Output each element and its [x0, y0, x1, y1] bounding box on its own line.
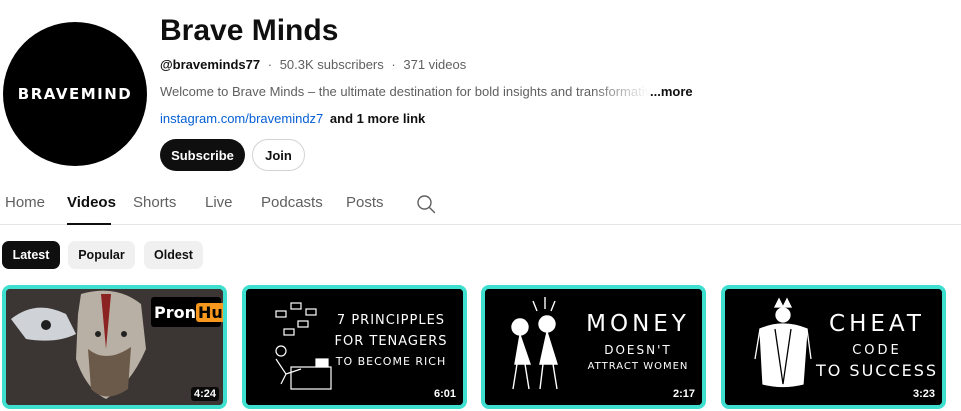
video-count: 371 videos	[403, 57, 467, 72]
thumbnail-line-1: CHEAT	[829, 311, 925, 337]
filter-oldest-chip[interactable]: Oldest	[144, 241, 203, 269]
subscribe-button[interactable]: Subscribe	[160, 139, 245, 171]
channel-description[interactable]: Welcome to Brave Minds – the ultimate de…	[160, 84, 700, 99]
tab-podcasts[interactable]: Podcasts	[261, 194, 323, 211]
channel-handle: @braveminds77	[160, 57, 261, 72]
tab-shorts[interactable]: Shorts	[133, 194, 176, 211]
thumbnail-line-2: CODE	[852, 343, 902, 358]
tab-posts[interactable]: Posts	[346, 194, 384, 211]
channel-meta: @braveminds77 · 50.3K subscribers · 371 …	[160, 57, 466, 72]
subscriber-count: 50.3K subscribers	[279, 57, 384, 72]
thumbnail-line-3: ATTRACT WOMEN	[587, 361, 689, 372]
join-button[interactable]: Join	[252, 139, 305, 171]
video-thumbnail[interactable]: CHEAT CODE TO SUCCESS 3:23	[721, 285, 946, 409]
channel-links: instagram.com/bravemindz7 and 1 more lin…	[160, 111, 425, 126]
thumbnail-line-1: MONEY	[586, 311, 690, 337]
tab-home[interactable]: Home	[5, 194, 45, 211]
video-duration: 2:17	[669, 387, 698, 401]
video-duration: 3:23	[909, 387, 938, 401]
video-thumbnail[interactable]: PronHub 4:24	[2, 285, 227, 409]
filter-latest-chip[interactable]: Latest	[2, 241, 60, 269]
active-tab-indicator	[67, 223, 111, 225]
thumbnail-brand-part-a: Pron	[154, 303, 196, 322]
video-thumbnail[interactable]: MONEY DOESN'T ATTRACT WOMEN 2:17	[481, 285, 706, 409]
channel-avatar[interactable]: BRAVEMIND	[3, 22, 147, 166]
thumbnail-line-1: 7 PRINCIPPLES	[336, 313, 446, 328]
video-duration: 6:01	[430, 387, 459, 401]
channel-logo: BRAVEMIND	[17, 85, 133, 103]
instagram-link[interactable]: instagram.com/bravemindz7	[160, 111, 323, 126]
channel-tabs: Home Videos Shorts Live Podcasts Posts	[0, 184, 961, 225]
video-thumbnail[interactable]: 7 PRINCIPPLES FOR TENAGERS TO BECOME RIC…	[242, 285, 467, 409]
filter-popular-chip[interactable]: Popular	[68, 241, 135, 269]
thumbnail-line-2: FOR TENAGERS	[334, 334, 448, 349]
more-links-link[interactable]: and 1 more link	[330, 111, 425, 126]
meta-separator: ·	[391, 57, 396, 72]
description-text: Welcome to Brave Minds – the ultimate de…	[160, 84, 650, 99]
thumbnail-line-3: TO BECOME RICH	[335, 355, 447, 368]
meta-separator: ·	[267, 57, 273, 72]
thumbnail-line-2: DOESN'T	[604, 343, 672, 357]
tab-videos[interactable]: Videos	[67, 194, 116, 211]
thumbnail-line-3: TO SUCCESS	[815, 361, 939, 380]
thumbnail-brand-text: PronHub	[154, 303, 223, 322]
tab-live[interactable]: Live	[205, 194, 233, 211]
description-more-link[interactable]: ...more	[650, 84, 693, 99]
video-duration: 4:24	[190, 387, 219, 401]
channel-title: Brave Minds	[160, 14, 339, 47]
search-icon[interactable]	[416, 194, 436, 214]
thumbnail-brand-part-b: Hub	[196, 303, 223, 322]
